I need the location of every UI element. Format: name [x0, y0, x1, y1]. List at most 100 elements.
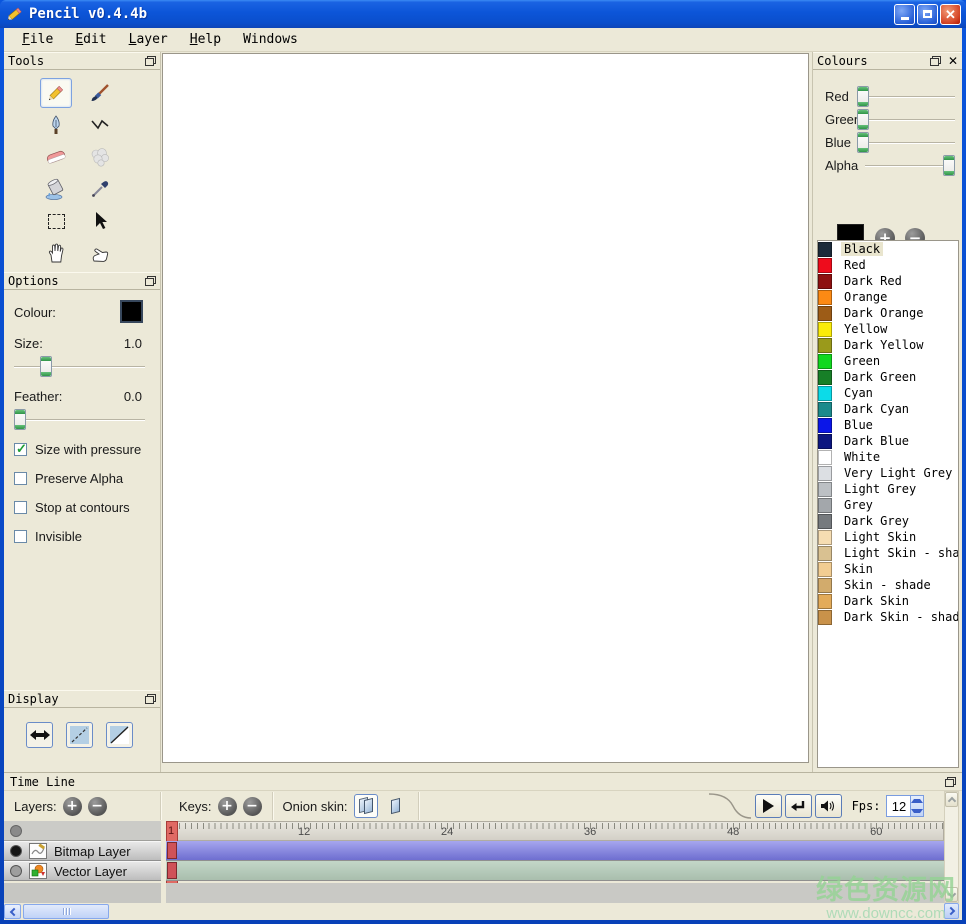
palette-item-skin-shade[interactable]: Skin - shade [818, 577, 958, 593]
bucket-tool-button[interactable] [40, 174, 72, 204]
blue-slider[interactable]: Blue [813, 132, 963, 154]
invisible-checkbox[interactable]: Invisible [14, 528, 82, 544]
checkbox-box[interactable] [14, 472, 27, 485]
palette-item-light-skin[interactable]: Light Skin [818, 529, 958, 545]
bitmap-layer-track[interactable] [166, 841, 944, 861]
palette-item-dark-blue[interactable]: Dark Blue [818, 433, 958, 449]
options-panel-titlebar[interactable]: Options [4, 272, 160, 290]
select-tool-button[interactable] [40, 206, 72, 236]
alpha-slider-track[interactable] [865, 165, 955, 167]
smudge-tool-button[interactable] [84, 142, 116, 172]
feather-slider-handle[interactable] [14, 409, 26, 430]
timeline-ruler[interactable]: 1224364860 [166, 821, 944, 841]
palette-item-grey[interactable]: Grey [818, 497, 958, 513]
feather-slider-track[interactable] [14, 419, 145, 421]
palette-item-light-skin-shade[interactable]: Light Skin - shade [818, 545, 958, 561]
scrollbar-thumb[interactable] [23, 904, 109, 919]
size-with-pressure-checkbox[interactable]: Size with pressure [14, 441, 141, 457]
palette-item-dark-grey[interactable]: Dark Grey [818, 513, 958, 529]
vector-layer-track[interactable] [166, 861, 944, 881]
palette-item-white[interactable]: White [818, 449, 958, 465]
timeline-vertical-scrollbar[interactable] [944, 791, 959, 903]
eyedropper-tool-button[interactable] [84, 174, 116, 204]
palette-item-dark-skin-shade[interactable]: Dark Skin - shade [818, 609, 958, 625]
menu-edit[interactable]: Edit [65, 30, 116, 49]
palette-item-green[interactable]: Green [818, 353, 958, 369]
float-panel-icon[interactable] [145, 56, 156, 66]
pencil-tool-button[interactable] [40, 78, 72, 108]
menu-file[interactable]: File [12, 30, 63, 49]
maximize-button[interactable] [917, 4, 938, 25]
palette-item-cyan[interactable]: Cyan [818, 385, 958, 401]
drawing-canvas[interactable] [162, 53, 809, 763]
scroll-up-button[interactable] [945, 792, 958, 807]
minimize-button[interactable] [894, 4, 915, 25]
close-button[interactable]: ✕ [940, 4, 961, 25]
onion-prev-button[interactable] [354, 794, 378, 818]
visibility-toggle-all[interactable] [10, 825, 22, 837]
blue-slider-track[interactable] [857, 142, 955, 144]
palette-item-light-grey[interactable]: Light Grey [818, 481, 958, 497]
timeline-titlebar[interactable]: Time Line [4, 773, 962, 791]
red-slider[interactable]: Red [813, 86, 963, 108]
palette-item-dark-red[interactable]: Dark Red [818, 273, 958, 289]
visibility-dot-bitmap[interactable] [10, 845, 22, 857]
menu-windows[interactable]: Windows [233, 30, 308, 49]
red-slider-handle[interactable] [857, 86, 869, 107]
keyframe-cell[interactable] [167, 842, 177, 859]
preserve-alpha-checkbox[interactable]: Preserve Alpha [14, 470, 123, 486]
alpha-slider-handle[interactable] [943, 155, 955, 176]
eraser-tool-button[interactable] [40, 142, 72, 172]
stop-at-contours-checkbox[interactable]: Stop at contours [14, 499, 130, 515]
loop-button[interactable] [785, 794, 812, 818]
pen-tool-button[interactable] [40, 110, 72, 140]
float-panel-icon[interactable] [145, 276, 156, 286]
play-button[interactable] [755, 794, 782, 818]
alpha-slider[interactable]: Alpha [813, 155, 963, 177]
tools-panel-titlebar[interactable]: Tools [4, 52, 160, 70]
menu-help[interactable]: Help [180, 30, 231, 49]
size-slider-track[interactable] [14, 366, 145, 368]
float-panel-icon[interactable] [930, 56, 941, 66]
palette-item-orange[interactable]: Orange [818, 289, 958, 305]
overlay-view-button[interactable] [66, 722, 93, 748]
palette-item-skin[interactable]: Skin [818, 561, 958, 577]
colours-panel-titlebar[interactable]: Colours ✕ [813, 52, 962, 70]
fps-spinbox[interactable]: 12 [886, 795, 924, 817]
green-slider-handle[interactable] [857, 109, 869, 130]
title-bar[interactable]: Pencil v0.4.4b ✕ [0, 0, 966, 28]
scroll-down-button[interactable] [945, 887, 958, 902]
palette-item-black[interactable]: Black [818, 241, 958, 257]
polyline-tool-button[interactable] [84, 110, 116, 140]
remove-key-button[interactable]: − [243, 797, 262, 816]
size-slider-handle[interactable] [40, 356, 52, 377]
fps-up-button[interactable] [911, 796, 923, 806]
green-slider-track[interactable] [857, 119, 955, 121]
blue-slider-handle[interactable] [857, 132, 869, 153]
palette-item-dark-skin[interactable]: Dark Skin [818, 593, 958, 609]
checkbox-box[interactable] [14, 443, 27, 456]
remove-layer-button[interactable]: − [88, 797, 107, 816]
split-view-button[interactable] [106, 722, 133, 748]
palette-item-yellow[interactable]: Yellow [818, 321, 958, 337]
vector-layer-row[interactable]: Vector Layer [4, 861, 161, 881]
scroll-left-button[interactable] [4, 904, 21, 919]
checkbox-box[interactable] [14, 501, 27, 514]
scroll-right-button[interactable] [944, 903, 959, 919]
green-slider[interactable]: Green [813, 109, 963, 131]
sound-button[interactable] [815, 794, 842, 818]
red-slider-track[interactable] [857, 96, 955, 98]
palette-item-dark-orange[interactable]: Dark Orange [818, 305, 958, 321]
size-slider[interactable] [14, 356, 145, 378]
float-panel-icon[interactable] [945, 777, 956, 787]
visibility-dot-vector[interactable] [10, 865, 22, 877]
float-panel-icon[interactable] [145, 694, 156, 704]
move-tool-button[interactable] [84, 206, 116, 236]
finger-smudge-tool-button[interactable] [84, 238, 116, 268]
fps-value[interactable]: 12 [887, 796, 910, 816]
brush-tool-button[interactable] [84, 78, 116, 108]
add-key-button[interactable]: + [218, 797, 237, 816]
close-panel-icon[interactable]: ✕ [948, 55, 958, 67]
bitmap-layer-row[interactable]: Bitmap Layer [4, 841, 161, 861]
palette-item-blue[interactable]: Blue [818, 417, 958, 433]
